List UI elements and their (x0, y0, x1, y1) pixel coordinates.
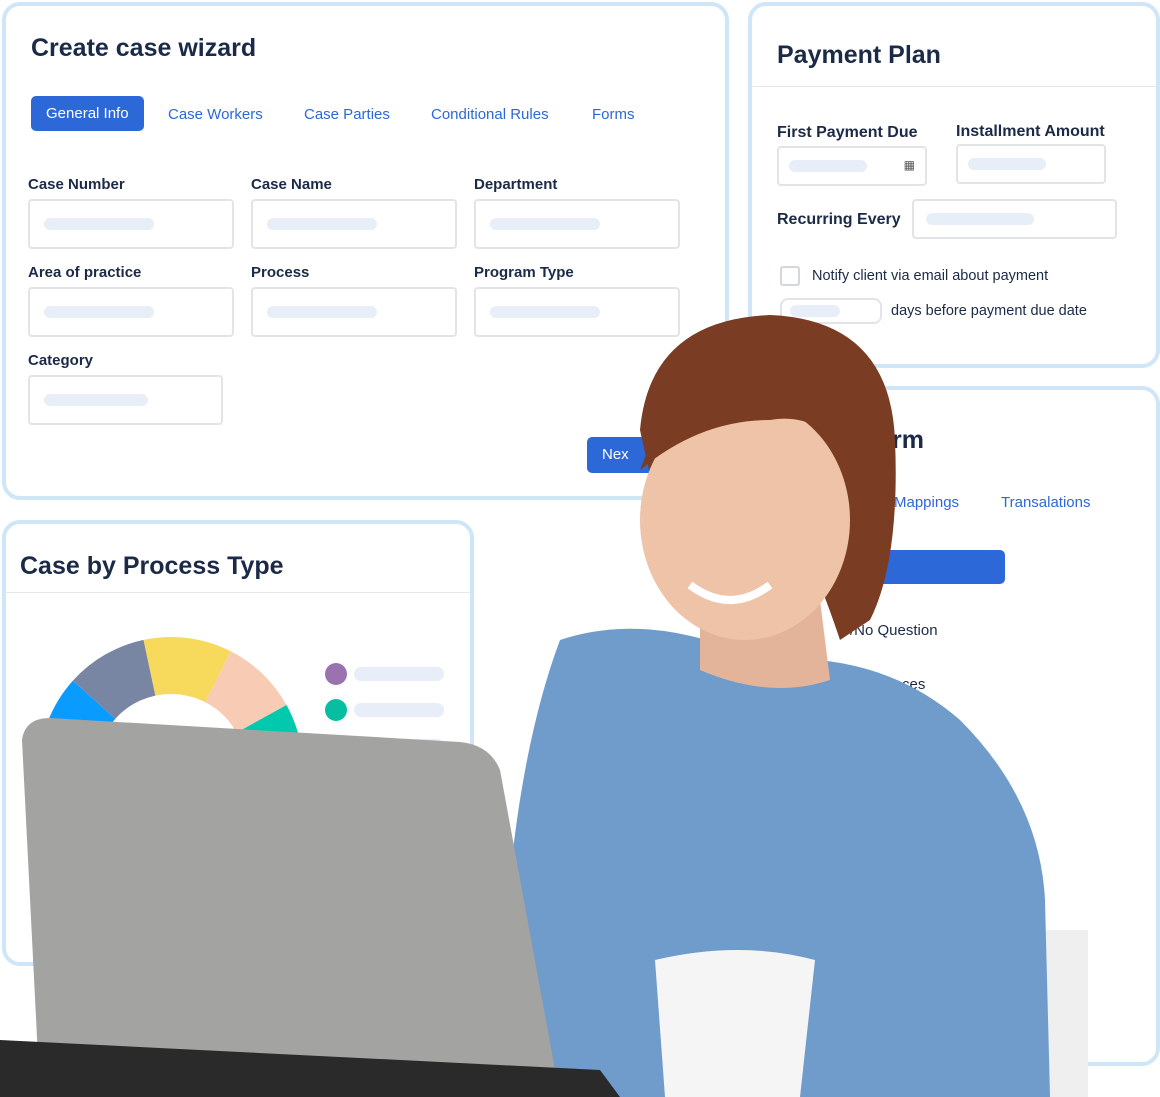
coffee-mug (655, 950, 815, 1097)
laptop (22, 718, 560, 1097)
woman-with-laptop-photo (0, 315, 1088, 1097)
